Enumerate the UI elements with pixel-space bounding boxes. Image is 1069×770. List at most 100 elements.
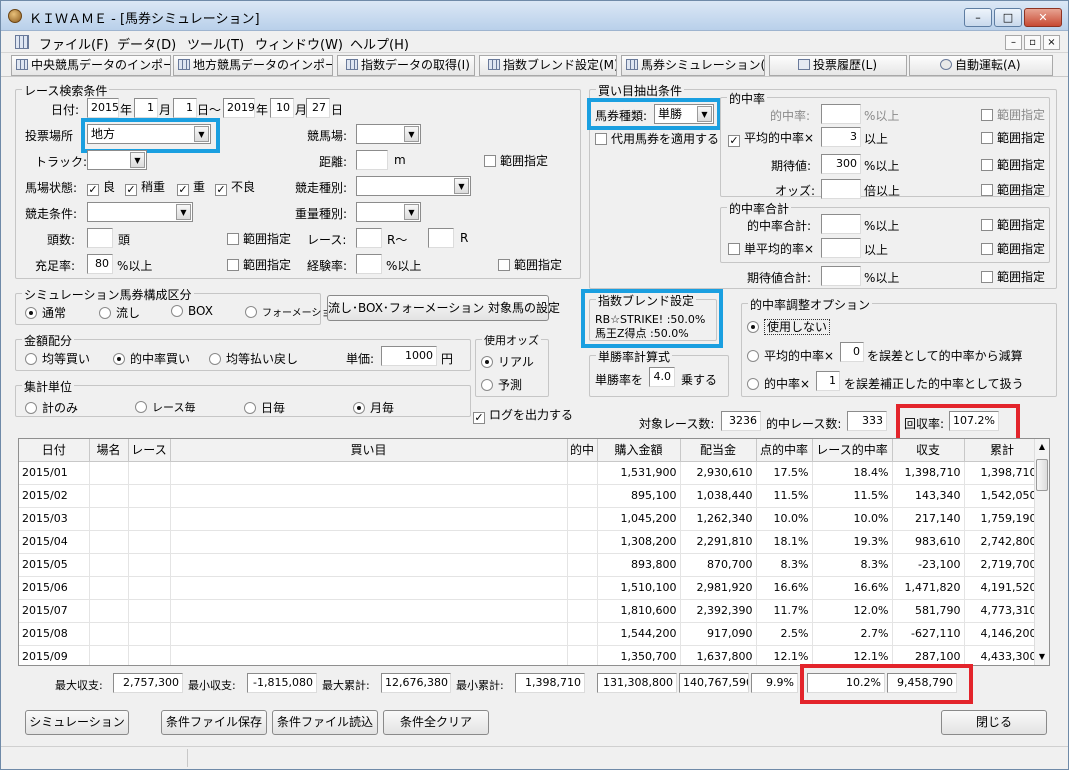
ground-heavy-check[interactable]: ✓ 重 bbox=[177, 178, 205, 196]
odds-input[interactable] bbox=[821, 179, 861, 199]
fill-range-check[interactable]: 範囲指定 bbox=[227, 256, 291, 273]
col-race[interactable]: レース bbox=[128, 439, 171, 462]
sim-normal-radio[interactable]: 通常 bbox=[25, 304, 66, 321]
agg-day-radio[interactable]: 日毎 bbox=[244, 399, 285, 416]
col-profit[interactable]: 収支 bbox=[892, 439, 965, 462]
adjust-correct-radio[interactable]: 的中率× bbox=[747, 375, 810, 392]
agg-total-radio[interactable]: 計のみ bbox=[25, 399, 78, 416]
ground-slightly-heavy-check[interactable]: ✓ 稍重 bbox=[125, 178, 165, 196]
ground-good-check[interactable]: ✓ 良 bbox=[87, 178, 115, 196]
from-day-input[interactable]: 1 bbox=[173, 98, 197, 118]
fetch-index-button[interactable]: 指数データの取得(I) bbox=[337, 55, 475, 76]
from-year-input[interactable]: 2015 bbox=[87, 98, 119, 118]
to-year-input[interactable]: 2019 bbox=[223, 98, 255, 118]
race-condition-select[interactable]: ▼ bbox=[87, 202, 193, 222]
col-payout[interactable]: 配当金 bbox=[680, 439, 757, 462]
col-cumulative[interactable]: 累計 bbox=[964, 439, 1041, 462]
track-select[interactable]: ▼ bbox=[87, 150, 147, 170]
avg-hit-check[interactable]: ✓ 平均的中率× bbox=[728, 129, 814, 147]
single-avg-range-check[interactable]: 範囲指定 bbox=[981, 240, 1045, 257]
clear-conditions-button[interactable]: 条件全クリア bbox=[383, 710, 489, 735]
sim-box-radio[interactable]: BOX bbox=[171, 304, 213, 318]
hit-total-input[interactable] bbox=[821, 214, 861, 234]
course-select[interactable]: ▼ bbox=[356, 124, 421, 144]
odds-forecast-radio[interactable]: 予測 bbox=[481, 376, 522, 393]
log-output-check[interactable]: ✓ ログを出力する bbox=[473, 406, 573, 424]
results-table[interactable]: 日付 場名 レース 買い目 的中 購入金額 配当金 点的中率 レース的中率 収支… bbox=[18, 438, 1050, 666]
auto-run-button[interactable]: 自動運転(A) bbox=[909, 55, 1053, 76]
table-scrollbar[interactable]: ▲ ▼ bbox=[1034, 439, 1049, 665]
unit-price-input[interactable]: 1000 bbox=[381, 346, 437, 366]
minimize-button[interactable]: – bbox=[964, 8, 992, 27]
table-row[interactable]: 2015/05 893,800 870,700 8.3% 8.3% -23,100 2,71… bbox=[19, 553, 1041, 577]
col-bet[interactable]: 買い目 bbox=[170, 439, 568, 462]
fill-rate-input[interactable]: 80 bbox=[87, 254, 113, 274]
to-month-input[interactable]: 10 bbox=[270, 98, 294, 118]
race-type-select[interactable]: ▼ bbox=[356, 176, 471, 196]
maximize-button[interactable]: □ bbox=[994, 8, 1022, 27]
table-row[interactable]: 2015/07 1,810,600 2,392,390 11.7% 12.0% 581,7… bbox=[19, 599, 1041, 623]
adjust-correct-input[interactable]: 1 bbox=[816, 371, 840, 391]
win-calc-input[interactable]: 4.0 bbox=[649, 367, 675, 387]
ev-total-input[interactable] bbox=[821, 266, 861, 286]
sim-nagashi-radio[interactable]: 流し bbox=[99, 304, 140, 321]
mdi-minimize-button[interactable]: – bbox=[1005, 35, 1022, 50]
avg-hit-range-check[interactable]: 範囲指定 bbox=[981, 129, 1045, 146]
scroll-down-icon[interactable]: ▼ bbox=[1035, 649, 1049, 665]
hit-rate-input[interactable] bbox=[821, 104, 861, 124]
table-row[interactable]: 2015/09 1,350,700 1,637,800 12.1% 12.1% 287,1… bbox=[19, 645, 1041, 665]
weight-type-select[interactable]: ▼ bbox=[356, 202, 421, 222]
money-equal-buy-radio[interactable]: 均等買い bbox=[25, 350, 90, 367]
adjust-subtract-radio[interactable]: 平均的中率× bbox=[747, 347, 834, 364]
race-from-input[interactable] bbox=[356, 228, 382, 248]
money-hit-rate-radio[interactable]: 的中率買い bbox=[113, 350, 190, 367]
bet-simulation-button[interactable]: 馬券シミュレーション(B) bbox=[621, 55, 765, 76]
race-to-input[interactable] bbox=[428, 228, 454, 248]
load-conditions-button[interactable]: 条件ファイル読込 bbox=[272, 710, 378, 735]
table-row[interactable]: 2015/04 1,308,200 2,291,810 18.1% 19.3% 983,6… bbox=[19, 530, 1041, 554]
from-month-input[interactable]: 1 bbox=[134, 98, 158, 118]
vote-history-button[interactable]: 投票履歴(L) bbox=[769, 55, 907, 76]
menu-help[interactable]: ヘルプ(H) bbox=[350, 34, 409, 53]
to-day-input[interactable]: 27 bbox=[306, 98, 330, 118]
distance-input[interactable] bbox=[356, 150, 388, 170]
table-row[interactable]: 2015/08 1,544,200 917,090 2.5% 2.7% -627,110 4… bbox=[19, 622, 1041, 646]
odds-real-radio[interactable]: リアル bbox=[481, 353, 534, 370]
mdi-close-button[interactable]: × bbox=[1043, 35, 1060, 50]
simulate-button[interactable]: シミュレーション bbox=[25, 710, 129, 735]
col-hit[interactable]: 的中 bbox=[567, 439, 598, 462]
heads-range-check[interactable]: 範囲指定 bbox=[227, 230, 291, 247]
hit-rate-range-check[interactable]: 範囲指定 bbox=[981, 106, 1045, 123]
adjust-none-radio[interactable]: 使用しない bbox=[747, 318, 831, 335]
col-point-hit[interactable]: 点的中率 bbox=[756, 439, 813, 462]
table-row[interactable]: 2015/01 1,531,900 2,930,610 17.5% 18.4% 1,398… bbox=[19, 461, 1041, 485]
menu-data[interactable]: データ(D) bbox=[117, 34, 176, 53]
close-window-button[interactable]: ✕ bbox=[1024, 8, 1062, 27]
col-venue[interactable]: 場名 bbox=[89, 439, 129, 462]
ground-bad-check[interactable]: ✓ 不良 bbox=[215, 178, 255, 196]
table-row[interactable]: 2015/06 1,510,100 2,981,920 16.6% 16.6% 1,471… bbox=[19, 576, 1041, 600]
col-date[interactable]: 日付 bbox=[19, 439, 90, 462]
substitute-check[interactable]: 代用馬券を適用する bbox=[595, 130, 719, 147]
ev-total-range-check[interactable]: 範囲指定 bbox=[981, 268, 1045, 285]
save-conditions-button[interactable]: 条件ファイル保存 bbox=[161, 710, 267, 735]
agg-race-radio[interactable]: レース毎 bbox=[135, 399, 195, 415]
distance-range-check[interactable]: 範囲指定 bbox=[484, 152, 548, 169]
experience-range-check[interactable]: 範囲指定 bbox=[498, 256, 562, 273]
single-avg-check[interactable]: 単平均的率× bbox=[728, 240, 814, 257]
menu-tools[interactable]: ツール(T) bbox=[187, 34, 244, 53]
scroll-up-icon[interactable]: ▲ bbox=[1035, 439, 1049, 455]
col-buy[interactable]: 購入金額 bbox=[597, 439, 681, 462]
import-central-button[interactable]: 中央競馬データのインポート(J) bbox=[11, 55, 171, 76]
target-horse-config-button[interactable]: 流し･BOX･フォーメーション 対象馬の設定 bbox=[327, 295, 560, 321]
heads-input[interactable] bbox=[87, 228, 113, 248]
hit-total-range-check[interactable]: 範囲指定 bbox=[981, 216, 1045, 233]
expected-value-input[interactable]: 300 bbox=[821, 154, 861, 174]
table-row[interactable]: 2015/03 1,045,200 1,262,340 10.0% 10.0% 217,1… bbox=[19, 507, 1041, 531]
table-row[interactable]: 2015/02 895,100 1,038,440 11.5% 11.5% 143,340… bbox=[19, 484, 1041, 508]
menu-file[interactable]: ファイル(F) bbox=[39, 34, 109, 53]
agg-month-radio[interactable]: 月毎 bbox=[353, 399, 394, 416]
mdi-restore-button[interactable]: ▫ bbox=[1024, 35, 1041, 50]
expected-value-range-check[interactable]: 範囲指定 bbox=[981, 156, 1045, 173]
menu-window[interactable]: ウィンドウ(W) bbox=[255, 34, 343, 53]
